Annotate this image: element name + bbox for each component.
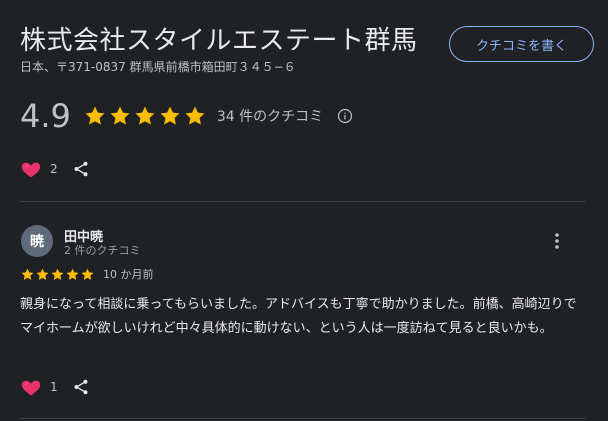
star-icon [36, 268, 49, 280]
star-icon [21, 268, 34, 280]
share-icon[interactable] [72, 160, 90, 178]
average-rating: 4.9 [20, 97, 71, 135]
star-icon [185, 106, 205, 125]
heart-icon[interactable] [20, 158, 42, 180]
review-reactions: 1 [20, 376, 90, 398]
like-count: 2 [50, 162, 58, 176]
rating-stars [83, 104, 207, 128]
business-address: 日本、〒371-0837 群馬県前橋市箱田町３４５−６ [20, 60, 296, 74]
more-vert-icon [555, 233, 559, 249]
review-stars [20, 267, 95, 282]
share-icon[interactable] [72, 378, 90, 396]
rating-summary: 4.9 34 件のクチコミ [20, 96, 353, 136]
divider [20, 201, 586, 202]
review-count: 34 件のクチコミ [216, 109, 324, 125]
review-date: 10 か月前 [103, 268, 154, 281]
more-options-button[interactable] [548, 230, 566, 252]
reviewer-review-count: 2 件のクチコミ [64, 244, 141, 257]
star-icon [135, 106, 155, 125]
star-icon [85, 106, 105, 125]
reviews-panel: 株式会社スタイルエステート群馬 クチコミを書く 日本、〒371-0837 群馬県… [0, 0, 608, 421]
review-rating: 10 か月前 [20, 266, 154, 282]
write-review-button[interactable]: クチコミを書く [449, 26, 594, 62]
star-icon [110, 106, 130, 125]
avatar[interactable]: 暁 [21, 225, 53, 257]
star-icon [160, 106, 180, 125]
info-icon[interactable] [337, 108, 353, 124]
like-count: 1 [50, 380, 58, 394]
divider [20, 418, 586, 419]
star-icon [81, 268, 94, 280]
star-icon [66, 268, 79, 280]
heart-icon[interactable] [20, 376, 42, 398]
review-text: 親身になって相談に乗ってもらいました。アドバイスも丁寧で助かりました。前橋、高崎… [20, 297, 577, 336]
business-name: 株式会社スタイルエステート群馬 [20, 26, 418, 56]
summary-reactions: 2 [20, 158, 90, 180]
star-icon [51, 268, 64, 280]
